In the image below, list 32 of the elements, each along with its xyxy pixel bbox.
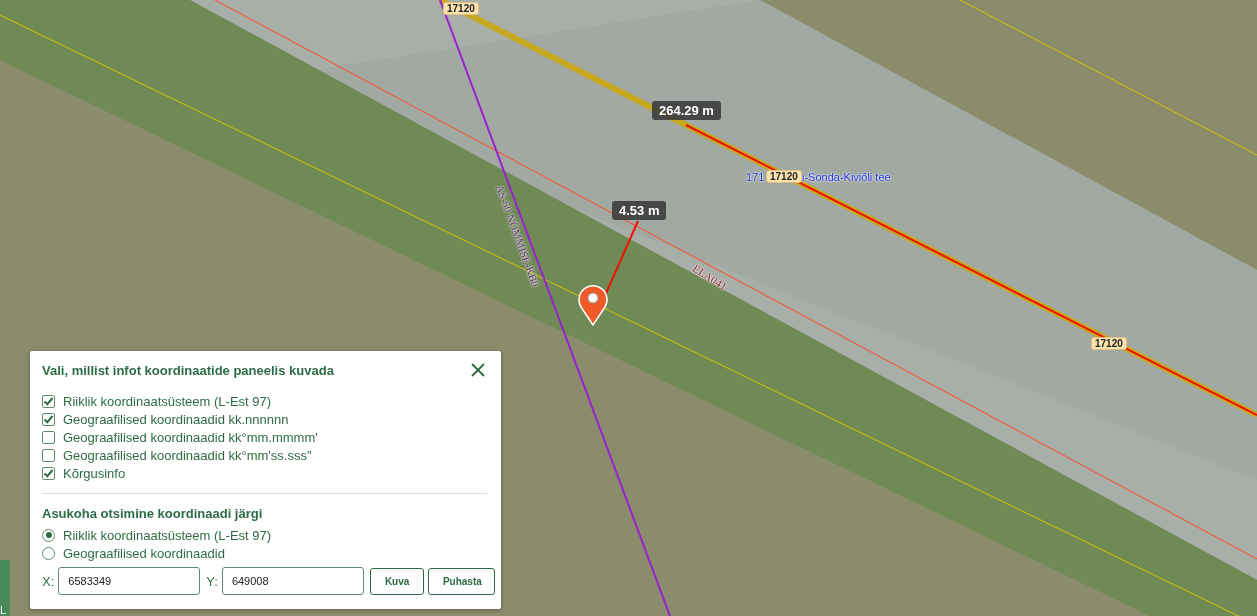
checkbox-label: Geograafilised koordinaadid kk.nnnnnn — [63, 411, 289, 427]
radio-button[interactable] — [42, 528, 55, 542]
location-pin-icon — [578, 285, 608, 326]
radio-button[interactable] — [42, 546, 55, 560]
side-tab[interactable]: L — [0, 560, 10, 616]
clear-button[interactable]: Puhasta — [427, 567, 495, 595]
checkbox[interactable] — [42, 394, 55, 408]
road-name-label: i-Sonda-Kiviõli tee — [802, 171, 891, 183]
road-name-label: 171 — [746, 171, 765, 183]
coordinate-field[interactable]: 649008 — [221, 567, 364, 595]
panel-title: Vali, millist infot koordinaatide paneelis kuvada — [42, 362, 334, 378]
checkbox-label: Geograafilised koordinaadid kk°mm.mmmm' — [63, 429, 318, 445]
road-number-label: 17120 — [766, 170, 802, 183]
checkbox-label: Riiklik koordinaatsüsteem (L-Est 97) — [63, 393, 272, 409]
road-number-label: 17120 — [1091, 337, 1127, 350]
checkbox-label: Kõrgusinfo — [63, 465, 126, 481]
field-label: X: — [42, 573, 55, 589]
coordinate-field[interactable]: 6583349 — [58, 567, 201, 595]
checkbox[interactable] — [42, 448, 55, 462]
radio-label: Riiklik koordinaatsüsteem (L-Est 97) — [63, 527, 272, 543]
section-title: Asukoha otsimine koordinaadi järgi — [42, 506, 264, 521]
field-label: Y: — [206, 573, 218, 589]
distance-label: 4.53 m — [612, 201, 667, 220]
checkbox[interactable] — [42, 412, 55, 426]
radio-label: Geograafilised koordinaadid — [63, 545, 225, 561]
checkbox[interactable] — [42, 430, 55, 444]
close-button[interactable] — [469, 361, 487, 379]
distance-label: 264.29 m — [652, 101, 721, 120]
checkbox-label: Geograafilised koordinaadid kk°mm'ss.sss" — [63, 447, 312, 463]
checkbox[interactable] — [42, 466, 55, 480]
show-button[interactable]: Kuva — [369, 567, 424, 595]
road-number-label: 17120 — [443, 2, 479, 15]
